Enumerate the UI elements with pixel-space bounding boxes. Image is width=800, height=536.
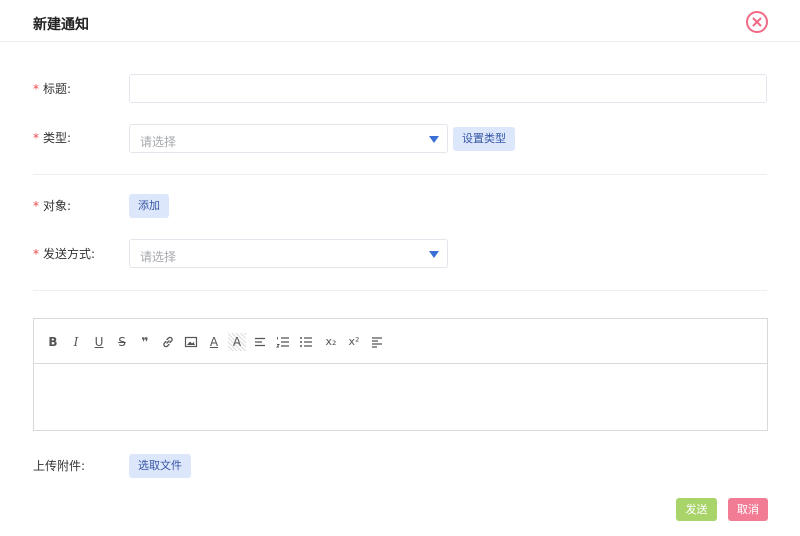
bold-icon[interactable]: B [44,333,62,351]
strikethrough-icon[interactable]: S [113,333,131,351]
required-mark: * [33,131,39,145]
dialog-title: 新建通知 [33,17,89,33]
link-icon[interactable] [159,333,177,351]
editor-toolbar: B I U S ❞ A A x₂ x² [34,319,767,364]
dialog-header: 新建通知 [0,0,800,42]
image-icon[interactable] [182,333,200,351]
send-method-label: * 发送方式: [33,246,95,262]
required-mark: * [33,82,39,96]
align-left-icon[interactable] [251,333,269,351]
rich-text-editor: B I U S ❞ A A x₂ x² [33,318,768,431]
close-icon[interactable] [746,11,768,33]
send-method-select[interactable]: 请选择 [129,239,448,268]
font-color-icon[interactable]: A [205,333,223,351]
background-color-icon[interactable]: A [228,333,246,351]
caret-down-icon [429,251,439,258]
title-input[interactable] [129,74,767,103]
bullet-list-icon[interactable] [297,333,315,351]
align-icon[interactable] [368,333,386,351]
required-mark: * [33,247,39,261]
caret-down-icon [429,136,439,143]
ordered-list-icon[interactable] [274,333,292,351]
type-select-placeholder: 请选择 [140,135,177,149]
italic-icon[interactable]: I [67,333,85,351]
new-notice-dialog: 新建通知 * 标题: * 类型: 请选择 设置类型 * 对象: 添加 * 发送方式: 请… [0,0,800,536]
choose-file-button[interactable]: 选取文件 [129,454,191,478]
blockquote-icon[interactable]: ❞ [136,333,154,351]
send-method-select-placeholder: 请选择 [140,250,177,264]
title-label-text: 标题: [43,82,72,96]
superscript-icon[interactable]: x² [345,333,363,351]
attachment-label: 上传附件: [33,459,86,473]
title-label: * 标题: [33,81,71,97]
type-label-text: 类型: [43,131,72,145]
add-target-button[interactable]: 添加 [129,194,169,218]
target-label-text: 对象: [43,199,72,213]
type-label: * 类型: [33,130,71,146]
send-button[interactable]: 发送 [676,498,717,521]
divider [33,290,767,291]
target-label: * 对象: [33,198,71,214]
underline-icon[interactable]: U [90,333,108,351]
required-mark: * [33,199,39,213]
set-type-button[interactable]: 设置类型 [453,127,515,151]
cancel-button[interactable]: 取消 [728,498,768,521]
type-select[interactable]: 请选择 [129,124,448,153]
send-method-label-text: 发送方式: [43,247,96,261]
subscript-icon[interactable]: x₂ [322,333,340,351]
editor-content-area[interactable] [34,364,767,430]
divider [33,174,767,175]
